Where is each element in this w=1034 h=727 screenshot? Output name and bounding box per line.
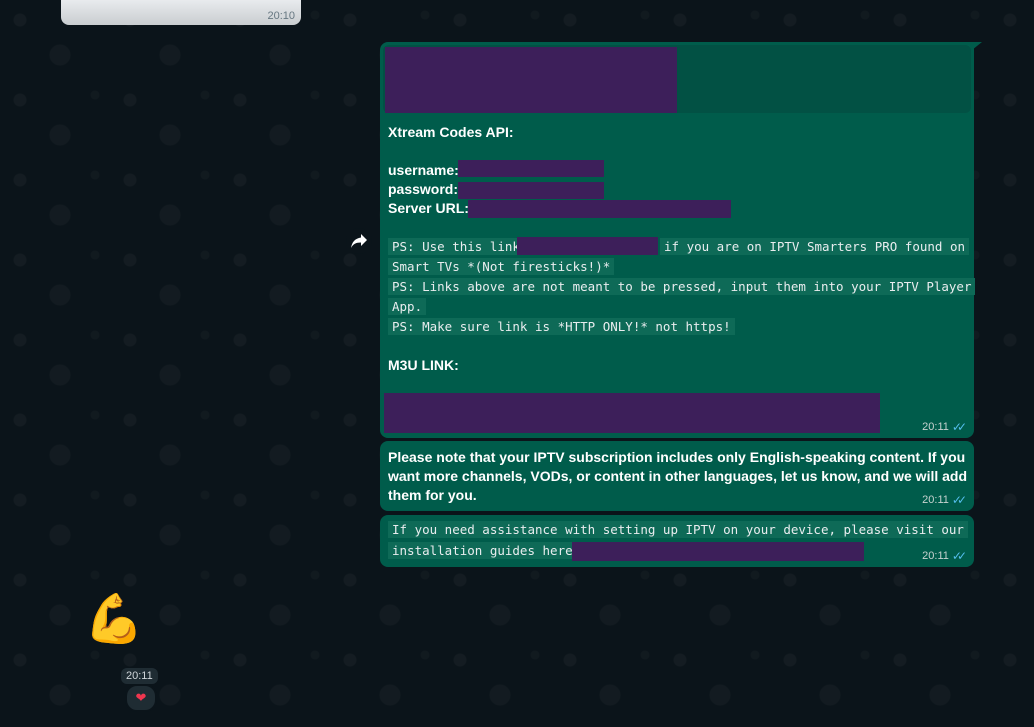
- redacted-username: [458, 160, 604, 177]
- message-time: 20:11: [121, 668, 158, 684]
- message-bubble-note[interactable]: Please note that your IPTV subscription …: [380, 441, 974, 511]
- message-time: 20:11: [922, 550, 949, 562]
- note-text: Please note that your IPTV subscription …: [388, 449, 968, 503]
- m3u-label: M3U LINK:: [388, 357, 459, 373]
- message-time: 20:11: [922, 494, 949, 506]
- ps2-text: PS: Links above are not meant to be pres…: [388, 278, 976, 295]
- double-check-icon: ✓✓: [951, 549, 967, 563]
- double-check-icon: ✓✓: [951, 420, 967, 434]
- heart-icon[interactable]: ❤: [125, 684, 157, 712]
- guides-text-line2: installation guides here:: [388, 542, 585, 559]
- forward-button[interactable]: [346, 228, 372, 254]
- message-bubble-credentials[interactable]: Xtream Codes API: username: password: Se…: [380, 42, 976, 438]
- redacted-guides-link: [572, 542, 864, 561]
- api-heading: Xtream Codes API:: [388, 124, 514, 140]
- message-meta: 20:11 ✓✓: [922, 420, 967, 434]
- flexed-biceps-emoji[interactable]: 💪: [84, 592, 144, 648]
- redacted-m3u-link: [384, 393, 880, 433]
- link-preview[interactable]: [383, 45, 971, 113]
- ps3-text: PS: Make sure link is *HTTP ONLY!* not h…: [388, 318, 735, 335]
- redacted-preview-image: [385, 47, 677, 113]
- message-time: 20:10: [267, 10, 295, 22]
- ps1-text: PS: Use this link: [388, 238, 524, 255]
- password-label: password:: [388, 181, 459, 197]
- forward-icon: [351, 234, 367, 248]
- previous-message-bubble[interactable]: 20:10: [61, 0, 301, 25]
- redacted-password: [458, 182, 604, 199]
- ps1-text-after: if you are on IPTV Smarters PRO found on: [660, 238, 970, 255]
- redacted-server-url: [468, 200, 731, 218]
- message-bubble-guides[interactable]: If you need assistance with setting up I…: [380, 515, 974, 567]
- server-url-label: Server URL:: [388, 200, 469, 216]
- username-label: username:: [388, 162, 459, 178]
- message-time: 20:11: [922, 421, 949, 433]
- ps1-text-line2: Smart TVs *(Not firesticks!)*: [388, 258, 615, 275]
- message-meta: 20:11 ✓✓: [922, 493, 967, 507]
- double-check-icon: ✓✓: [951, 493, 967, 507]
- message-meta: 20:11 ✓✓: [922, 549, 967, 563]
- guides-text: If you need assistance with setting up I…: [388, 521, 968, 538]
- ps2-text-line2: App.: [388, 298, 427, 315]
- redacted-link: [517, 237, 658, 255]
